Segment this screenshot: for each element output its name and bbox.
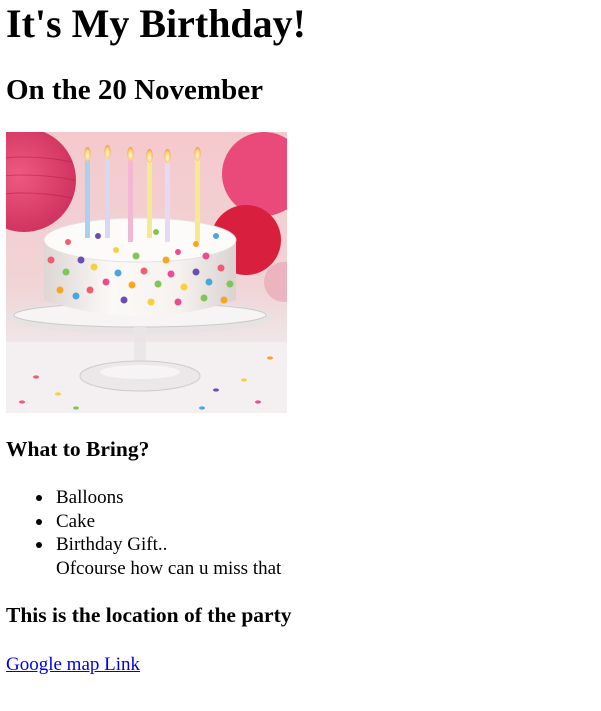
bullet-icon (36, 495, 42, 501)
birthday-cake-image (6, 132, 287, 413)
google-map-link[interactable]: Google map Link (6, 653, 140, 677)
page-title: It's My Birthday! (6, 1, 306, 46)
bullet-icon (36, 518, 42, 525)
what-to-bring-heading: What to Bring? (6, 437, 150, 461)
list-item-label: Cake (56, 510, 96, 532)
list-item: Birthday Gift.. Ofcourse how can u miss … (6, 533, 281, 580)
list-item-label: Birthday Gift.. (56, 534, 168, 555)
list-item: Balloons (6, 486, 281, 510)
party-location-heading: This is the location of the party (6, 603, 292, 627)
list-item: Cake (6, 510, 281, 534)
list-item-label: Balloons (56, 487, 124, 508)
bring-list: Balloons Cake Birthday Gift.. Ofcourse h… (6, 486, 281, 580)
party-date: On the 20 November (6, 74, 263, 106)
bullet-icon (36, 542, 42, 548)
list-item-note: Ofcourse how can u miss that (56, 557, 282, 579)
